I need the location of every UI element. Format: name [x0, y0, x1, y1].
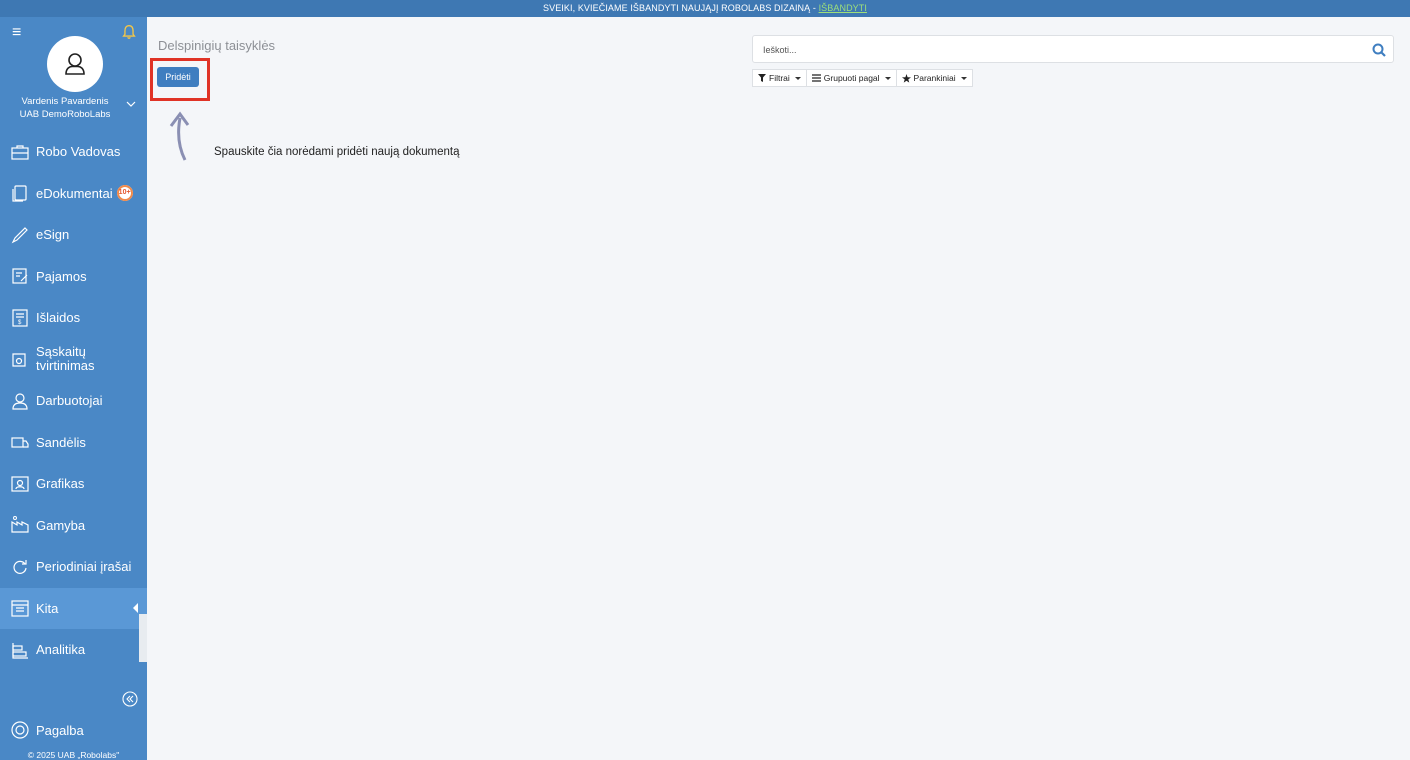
sidebar-item-label: Pagalba [36, 722, 84, 738]
search-icon[interactable] [1371, 42, 1387, 58]
sidebar-item-islaidos[interactable]: $ Išlaidos [0, 297, 147, 339]
sidebar-item-grafikas[interactable]: Grafikas [0, 463, 147, 505]
sidebar-item-label: Grafikas [36, 476, 85, 492]
analytics-icon [12, 642, 28, 659]
briefcase-icon [11, 145, 29, 160]
banner-text: SVEIKI, KVIEČIAME IŠBANDYTI NAUJĄJĮ ROBO… [543, 3, 819, 13]
banner-try-link[interactable]: IŠBANDYTI [819, 3, 867, 13]
truck-icon [11, 437, 29, 448]
group-by-button[interactable]: Grupuoti pagal [805, 69, 897, 87]
user-company: UAB DemoRoboLabs [19, 109, 111, 120]
invoice-approval-icon [12, 353, 26, 367]
announcement-banner: SVEIKI, KVIEČIAME IŠBANDYTI NAUJĄJĮ ROBO… [0, 0, 1410, 17]
other-icon [11, 600, 29, 617]
caret-down-icon [794, 76, 801, 80]
sidebar-item-kita[interactable]: Kita [0, 587, 147, 629]
search-input[interactable]: Ieškoti... [763, 36, 797, 64]
list-icon [811, 74, 821, 82]
sidebar-item-robo-vadovas[interactable]: Robo Vadovas [0, 131, 147, 173]
filters-label: Filtrai [769, 73, 790, 83]
sidebar-item-edokumentai[interactable]: eDokumentai 10+ [0, 173, 147, 215]
sidebar-item-label: Robo Vadovas [36, 144, 121, 160]
sidebar-nav: Robo Vadovas eDokumentai 10+ eSign Pajam… [0, 131, 147, 671]
search-box[interactable]: Ieškoti... [752, 35, 1394, 63]
add-button[interactable]: Pridėti [157, 67, 199, 87]
sidebar-item-label: eDokumentai [36, 185, 113, 201]
notification-badge: 10+ [116, 185, 133, 202]
chevron-down-icon[interactable] [124, 97, 138, 111]
caret-down-icon [960, 76, 967, 80]
filter-icon [758, 74, 766, 82]
favorites-button[interactable]: Parankiniai [895, 69, 973, 87]
sidebar-item-analitika[interactable]: Analitika [0, 629, 147, 671]
sidebar-item-label: Darbuotojai [36, 393, 103, 409]
schedule-icon [11, 476, 29, 492]
sidebar-item-pajamos[interactable]: Pajamos [0, 256, 147, 298]
sidebar-item-label: Analitika [36, 642, 86, 658]
svg-text:$: $ [18, 320, 22, 326]
filter-toolbar: Filtrai Grupuoti pagal Parankiniai [752, 69, 973, 87]
sidebar-item-esign[interactable]: eSign [0, 214, 147, 256]
sidebar-item-pagalba[interactable]: Pagalba [0, 710, 147, 750]
hamburger-menu-icon[interactable]: ≡ [12, 25, 21, 41]
arrow-up-icon [169, 111, 190, 161]
income-icon [12, 268, 28, 284]
sidebar-item-label: Sąskaitų tvirtinimas [36, 344, 95, 374]
sidebar-item-gamyba[interactable]: Gamyba [0, 505, 147, 547]
expenses-icon: $ [12, 309, 28, 327]
documents-icon [12, 185, 27, 202]
filters-button[interactable]: Filtrai [752, 69, 807, 87]
hint-text: Spauskite čia norėdami pridėti naują dok… [214, 146, 460, 158]
sidebar-header: ≡ Vardenis Pavardenis UAB DemoRoboLabs [0, 17, 147, 131]
user-avatar-icon [65, 53, 85, 75]
sidebar-item-label: Pajamos [36, 268, 87, 284]
sidebar-scrollbar[interactable] [139, 614, 147, 662]
collapse-sidebar-icon[interactable] [122, 691, 138, 707]
sidebar-item-label: eSign [36, 227, 70, 243]
pen-icon [11, 226, 28, 244]
sidebar-item-label: Sandėlis [36, 434, 86, 450]
group-by-label: Grupuoti pagal [823, 73, 880, 83]
employees-icon [12, 393, 28, 410]
sidebar-item-saskaitu-tvirtinimas[interactable]: Sąskaitų tvirtinimas [0, 339, 147, 381]
sidebar-item-label: Gamyba [36, 517, 86, 533]
caret-down-icon [884, 76, 891, 80]
user-name: Vardenis Pavardenis [21, 96, 109, 107]
refresh-icon [13, 559, 27, 574]
sidebar-item-periodiniai-irasai[interactable]: Periodiniai įrašai [0, 546, 147, 588]
favorites-label: Parankiniai [913, 73, 956, 83]
bell-icon[interactable] [120, 23, 138, 41]
copyright: © 2025 UAB „Robolabs" [27, 750, 120, 760]
sidebar-item-label: Kita [36, 600, 59, 616]
sidebar-item-label: Periodiniai įrašai [36, 559, 132, 575]
user-info[interactable]: Vardenis Pavardenis UAB DemoRoboLabs [0, 95, 130, 121]
page-title: Delspinigių taisyklės [158, 38, 276, 53]
sidebar-item-sandelis[interactable]: Sandėlis [0, 422, 147, 464]
lifebuoy-icon [11, 721, 29, 739]
star-icon [901, 73, 911, 83]
sidebar: ≡ Vardenis Pavardenis UAB DemoRoboLabs R… [0, 17, 147, 760]
factory-icon [11, 516, 29, 533]
avatar[interactable] [47, 36, 103, 92]
sidebar-item-label: Išlaidos [36, 310, 81, 326]
sidebar-item-darbuotojai[interactable]: Darbuotojai [0, 380, 147, 422]
